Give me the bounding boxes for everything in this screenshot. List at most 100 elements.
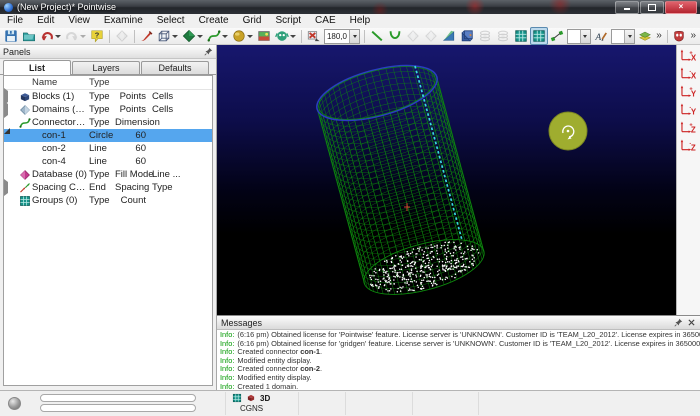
3d-mode-badge: 3D — [260, 394, 270, 403]
undo-button[interactable] — [38, 27, 63, 45]
display-viewport[interactable] — [217, 45, 676, 315]
open-button[interactable] — [20, 27, 38, 45]
dropdown-arrow-icon[interactable] — [80, 35, 86, 38]
tree-row-con-4[interactable]: con-4Line60 — [4, 155, 212, 168]
assemble-domain-button[interactable] — [404, 27, 422, 45]
view-plus-z-button[interactable]: +Z — [677, 118, 700, 135]
maskred-icon — [672, 29, 686, 43]
title-bar[interactable]: (New Project)* Pointwise × — [0, 0, 700, 14]
dropdown-arrow-icon[interactable] — [172, 35, 178, 38]
expand-arrow-icon[interactable] — [4, 179, 8, 196]
menu-script[interactable]: Script — [268, 14, 308, 28]
dimension-connector-button[interactable] — [548, 27, 566, 45]
domain-tool-button[interactable] — [180, 27, 205, 45]
tree-row-con-2[interactable]: con-2Line60 — [4, 142, 212, 155]
menu-grid[interactable]: Grid — [236, 14, 269, 28]
curve-tool-button[interactable] — [386, 27, 404, 45]
spacing-combo[interactable] — [611, 29, 635, 44]
tree-row-database-0-[interactable]: Database (0)TypeFill ModeLine ... — [4, 168, 212, 181]
database-tool-button[interactable] — [230, 27, 255, 45]
collapse-arrow-icon[interactable] — [4, 117, 10, 134]
help-button[interactable]: ? — [88, 27, 106, 45]
tree-cell-value2: Cells — [149, 90, 212, 103]
menu-edit[interactable]: Edit — [30, 14, 61, 28]
menu-select[interactable]: Select — [150, 14, 192, 28]
floppy-icon — [4, 29, 18, 43]
svg-text:X: X — [691, 53, 697, 61]
message-line: Info:(6:16 pm) Obtained license for 'gri… — [220, 340, 700, 349]
menu-file[interactable]: File — [0, 14, 30, 28]
tree-cell-name: con-2 — [32, 142, 89, 155]
tree-row-domains-1-3-[interactable]: Domains (1/3)TypePointsCells — [4, 103, 212, 116]
dropdown-arrow-icon[interactable] — [222, 35, 228, 38]
examine-x-button[interactable] — [305, 27, 323, 45]
tree-cell-value1: Dimension — [115, 116, 149, 129]
dropdown-arrow-icon[interactable] — [247, 35, 253, 38]
tree-row-spacing-constrai-[interactable]: Spacing Constrai...EndSpacingType — [4, 181, 212, 194]
dimension-combo[interactable] — [567, 29, 591, 44]
status-field-1[interactable] — [40, 394, 196, 402]
dropdown-arrow-icon[interactable] — [290, 35, 296, 38]
status-field-2[interactable] — [40, 404, 196, 412]
tree-row-blocks-1-[interactable]: Blocks (1)TypePointsCells — [4, 90, 212, 103]
redo-button[interactable] — [63, 27, 88, 45]
layers-tool-button[interactable] — [636, 27, 654, 45]
view-minus-y-button[interactable]: -Y — [677, 100, 700, 117]
connector-tool-button[interactable] — [205, 27, 230, 45]
tab-layers[interactable]: Layers — [72, 61, 140, 74]
view-minus-z-button[interactable]: -Z — [677, 136, 700, 153]
message-line: Info:Modified entity display. — [220, 374, 700, 383]
toolbar-overflow2-button[interactable]: » — [688, 27, 698, 45]
block-tool-button[interactable] — [155, 27, 180, 45]
tab-list[interactable]: List — [3, 60, 71, 75]
spacing-text-button[interactable]: A — [592, 27, 610, 45]
close-button[interactable]: × — [665, 1, 697, 14]
wedge-button[interactable] — [440, 27, 458, 45]
gem-button[interactable] — [113, 27, 131, 45]
menu-view[interactable]: View — [61, 14, 97, 28]
menu-help[interactable]: Help — [343, 14, 378, 28]
assemble-domain2-button[interactable] — [422, 27, 440, 45]
display-button[interactable] — [255, 27, 273, 45]
maximize-button[interactable] — [640, 1, 664, 14]
tree-row-groups-0-[interactable]: Groups (0)TypeCount — [4, 194, 212, 207]
mask-button[interactable] — [670, 27, 688, 45]
examine-button[interactable] — [273, 27, 298, 45]
grid-solve-button[interactable] — [512, 27, 530, 45]
axis-y-icon: -Y — [678, 102, 699, 116]
menu-create[interactable]: Create — [192, 14, 236, 28]
view-plus-x-button[interactable]: +X — [677, 46, 700, 63]
spacing-icon — [19, 182, 31, 194]
line-tool-button[interactable] — [368, 27, 386, 45]
dropdown-arrow-icon[interactable] — [55, 35, 61, 38]
menu-examine[interactable]: Examine — [97, 14, 150, 28]
dumbbell-icon — [550, 29, 564, 43]
tree-cell-value1: Fill Mode — [115, 168, 149, 181]
rings-button[interactable] — [476, 27, 494, 45]
save-button[interactable] — [2, 27, 20, 45]
rings-icon — [496, 29, 510, 43]
toolbar-overflow-button[interactable]: » — [654, 27, 664, 45]
toolbar-separator — [667, 30, 668, 43]
panels-header: Panels — [0, 45, 216, 59]
brush-button[interactable] — [137, 27, 155, 45]
view-plus-y-button[interactable]: +Y — [677, 82, 700, 99]
grid-smooth-button[interactable] — [530, 27, 548, 45]
tree-row-connectors-1-3-[interactable]: Connectors (1/3)TypeDimension — [4, 116, 212, 129]
dropdown-arrow-icon[interactable] — [197, 35, 203, 38]
layers-icon — [638, 29, 652, 43]
angle-combo[interactable]: 180,0 — [324, 29, 360, 44]
tree-row-con-1[interactable]: con-1Circle60 — [4, 129, 212, 142]
close-icon[interactable] — [687, 318, 696, 327]
view-minus-x-button[interactable]: -X — [677, 64, 700, 81]
pin-icon[interactable] — [674, 318, 683, 327]
menu-cae[interactable]: CAE — [308, 14, 343, 28]
rings2-button[interactable] — [494, 27, 512, 45]
minimize-button[interactable] — [615, 1, 639, 14]
tree-cell-name: Database (0) — [32, 168, 89, 181]
tab-defaults[interactable]: Defaults — [141, 61, 209, 74]
pin-icon[interactable] — [204, 47, 213, 56]
diamond-icon — [182, 29, 196, 43]
blue-cube-button[interactable] — [458, 27, 476, 45]
axis-z-icon: -Z — [678, 138, 699, 152]
